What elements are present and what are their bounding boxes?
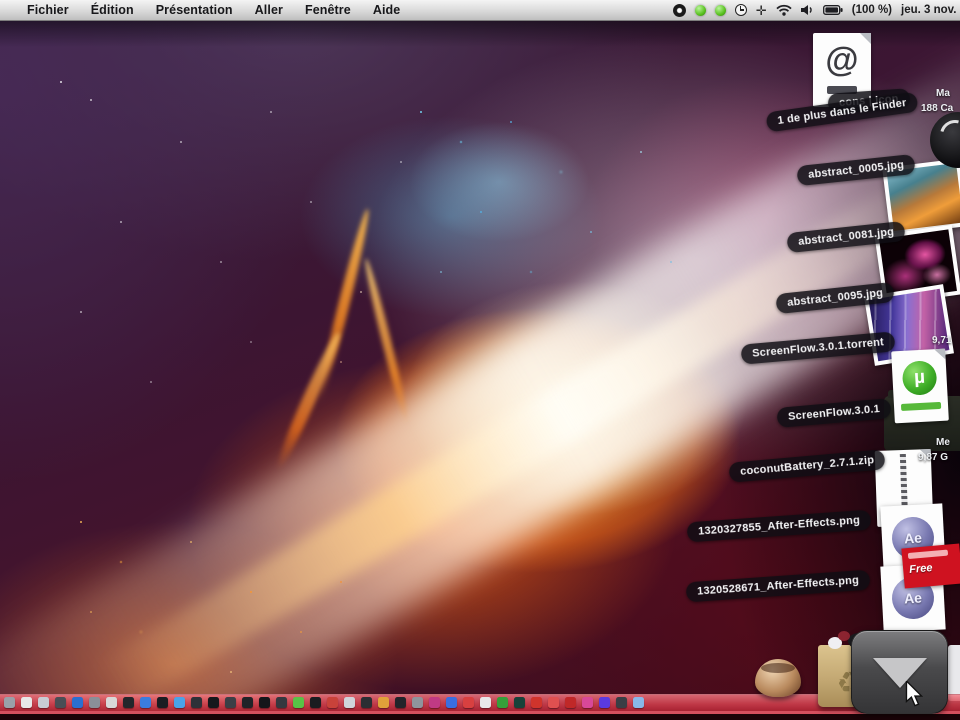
at-symbol-icon: @ xyxy=(825,41,859,79)
dock-app-icon[interactable] xyxy=(293,696,304,708)
wallpaper-sparkles xyxy=(80,521,82,523)
utorrent-logo-icon: µ xyxy=(901,360,938,396)
menu-aide[interactable]: Aide xyxy=(362,3,412,17)
dock-app-icon[interactable] xyxy=(565,696,576,708)
scroll-down-button[interactable] xyxy=(851,630,948,714)
dock-app-icon[interactable] xyxy=(276,696,287,708)
dock xyxy=(4,694,644,710)
dock-app-icon[interactable] xyxy=(446,696,457,708)
edge-label-fragment: Me xyxy=(936,437,950,448)
zipper-icon xyxy=(899,453,908,511)
dock-app-icon[interactable] xyxy=(208,696,219,708)
menu-edition[interactable]: Édition xyxy=(80,3,145,17)
battery-percentage[interactable]: (100 %) xyxy=(852,4,892,16)
menu-aller[interactable]: Aller xyxy=(244,3,294,17)
dock-app-icon[interactable] xyxy=(157,696,168,708)
mouse-cursor xyxy=(905,681,924,707)
menu-items: Fichier Édition Présentation Aller Fenêt… xyxy=(0,3,411,17)
dock-app-icon[interactable] xyxy=(514,696,525,708)
wallpaper-light-beam-core xyxy=(94,169,946,713)
dock-app-icon[interactable] xyxy=(616,696,627,708)
screen-bottom-strip xyxy=(0,714,960,720)
edge-label-fragment: 9,87 G xyxy=(918,452,949,463)
torrent-label-band xyxy=(900,401,942,412)
edge-label-fragment: 9,71 xyxy=(932,335,952,346)
dock-app-icon[interactable] xyxy=(582,696,593,708)
screen-recording-icon[interactable] xyxy=(672,3,686,17)
dock-app-icon[interactable] xyxy=(72,696,83,708)
universal-access-icon[interactable]: ✛ xyxy=(756,4,767,17)
dock-app-icon[interactable] xyxy=(123,696,134,708)
menu-fichier[interactable]: Fichier xyxy=(16,3,80,17)
dock-app-icon[interactable] xyxy=(242,696,253,708)
clipped-white-icon xyxy=(948,645,960,701)
dock-app-icon[interactable] xyxy=(174,696,185,708)
dock-app-icon[interactable] xyxy=(259,696,270,708)
menu-bar-clock[interactable]: jeu. 3 nov. 1 xyxy=(901,4,960,16)
dock-app-icon[interactable] xyxy=(531,696,542,708)
desktop-wallpaper[interactable] xyxy=(0,21,960,720)
menu-bar-status-area: ✛ (100 %) jeu. 3 nov. 1 xyxy=(672,0,960,21)
dock-app-icon[interactable] xyxy=(225,696,236,708)
dock-app-icon[interactable] xyxy=(599,696,610,708)
dock-app-icon[interactable] xyxy=(497,696,508,708)
dock-app-icon[interactable] xyxy=(327,696,338,708)
dock-app-icon[interactable] xyxy=(310,696,321,708)
dock-app-icon[interactable] xyxy=(38,696,49,708)
menu-presentation[interactable]: Présentation xyxy=(145,3,244,17)
menu-bar: Fichier Édition Présentation Aller Fenêt… xyxy=(0,0,960,21)
dock-app-icon[interactable] xyxy=(480,696,491,708)
battery-icon[interactable] xyxy=(822,5,843,15)
red-ad-banner[interactable]: Free xyxy=(901,543,960,589)
dock-app-icon[interactable] xyxy=(412,696,423,708)
dock-app-icon[interactable] xyxy=(378,696,389,708)
dock-app-icon[interactable] xyxy=(361,696,372,708)
time-machine-icon[interactable] xyxy=(734,4,747,16)
wallpaper-sparkles xyxy=(60,81,62,83)
edge-label-fragment: 188 Ca xyxy=(921,103,954,114)
dock-app-icon[interactable] xyxy=(55,696,66,708)
dock-app-icon[interactable] xyxy=(21,696,32,708)
wallpaper-sparkles xyxy=(420,111,422,113)
dock-app-icon[interactable] xyxy=(4,696,15,708)
torrent-file-icon[interactable]: µ xyxy=(891,348,949,424)
dock-app-icon[interactable] xyxy=(89,696,100,708)
dock-app-icon[interactable] xyxy=(344,696,355,708)
desktop-screen: Fichier Édition Présentation Aller Fenêt… xyxy=(0,0,960,720)
wallpaper-light-beam xyxy=(0,21,960,720)
dock-app-icon[interactable] xyxy=(548,696,559,708)
banner-blurred-text xyxy=(907,549,948,560)
status-orb-icon[interactable] xyxy=(694,4,706,16)
dock-app-icon[interactable] xyxy=(191,696,202,708)
volume-icon[interactable] xyxy=(800,4,814,16)
menu-fenetre[interactable]: Fenêtre xyxy=(294,3,362,17)
banner-free-text: Free xyxy=(908,561,933,576)
dock-app-icon[interactable] xyxy=(633,696,644,708)
dock-app-icon[interactable] xyxy=(395,696,406,708)
wifi-icon[interactable] xyxy=(776,4,792,16)
dock-app-icon[interactable] xyxy=(106,696,117,708)
status-orb-icon[interactable] xyxy=(714,4,726,16)
dock-app-icon[interactable] xyxy=(140,696,151,708)
wallpaper-fire-tendril xyxy=(361,257,412,425)
edge-label-fragment: Ma xyxy=(936,88,950,99)
dock-app-icon[interactable] xyxy=(463,696,474,708)
dock-app-icon[interactable] xyxy=(429,696,440,708)
